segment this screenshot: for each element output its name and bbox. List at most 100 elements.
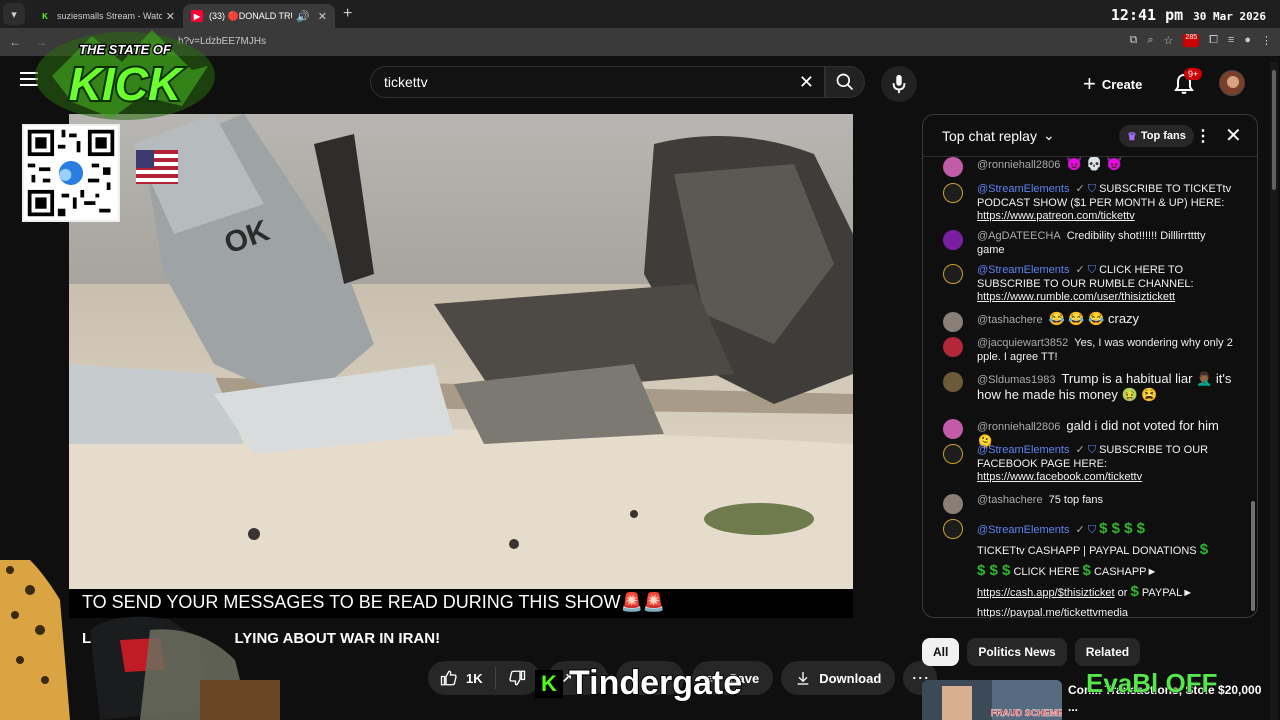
like-button[interactable]: 1K <box>428 667 496 689</box>
avatar <box>943 494 963 514</box>
notification-count-badge: 9+ <box>1184 68 1203 80</box>
chat-mode-dropdown[interactable]: Top chat replay ⌄ <box>942 127 1055 144</box>
avatar <box>943 183 963 203</box>
voice-search-button[interactable] <box>881 66 917 102</box>
qr-code-graphic <box>24 126 118 220</box>
verified-icon: ✓ <box>1075 264 1088 276</box>
dollar-icon: $ $ $ <box>977 562 1011 579</box>
chat-message-list[interactable]: @ronniehall2806 😈 💀 😈 @StreamElements ✓ ⛉ … <box>923 157 1253 617</box>
page-scrollbar-thumb[interactable] <box>1272 70 1276 190</box>
chat-author[interactable]: @ronniehall2806 <box>977 159 1060 171</box>
logo-line2: KICK <box>69 58 184 110</box>
verified-icon: ✓ <box>1075 183 1088 195</box>
address-bar-icons: ⧉ ⌕ ☆ 285 ⧠ ≡ ● ⋮ <box>1130 34 1272 47</box>
chat-message: @ronniehall2806 😈 💀 😈 <box>943 157 1233 177</box>
chat-author[interactable]: @StreamElements <box>977 444 1069 456</box>
chat-scrollbar[interactable] <box>1251 157 1255 617</box>
chat-author[interactable]: @tashachere <box>977 314 1043 326</box>
close-tab-icon[interactable]: ✕ <box>166 10 175 23</box>
search-box[interactable]: ✕ <box>370 66 825 98</box>
chat-author[interactable]: @AgDATEECHA <box>977 230 1061 242</box>
live-chat-replay: Top chat replay ⌄ ♛ Top fans ⋮ ✕ @ronnie… <box>922 114 1258 618</box>
chat-link[interactable]: https://cash.app/$thisizticket <box>977 587 1115 599</box>
chat-author[interactable]: @StreamElements <box>977 524 1069 536</box>
close-chat-icon[interactable]: ✕ <box>1225 123 1242 148</box>
browser-tab-strip: ▾ K suziesmalls Stream - Watch Liv ✕ ▶ (… <box>0 0 1280 28</box>
chat-author[interactable]: @tashachere <box>977 494 1043 506</box>
chat-message: @StreamElements ✓ ⛉ $ $ $ $ TICKETtv CASHA… <box>943 519 1233 617</box>
avatar <box>943 312 963 332</box>
chat-author[interactable]: @StreamElements <box>977 264 1069 276</box>
profile-icon[interactable]: ● <box>1244 34 1251 47</box>
back-icon[interactable]: ← <box>4 35 26 49</box>
chip-related[interactable]: Related <box>1074 638 1141 666</box>
avatar <box>943 519 963 539</box>
chat-text: or <box>1117 587 1128 599</box>
extension-badge[interactable]: 285 <box>1183 34 1200 47</box>
chat-text: 😈 💀 😈 <box>1066 157 1123 171</box>
avatar <box>943 419 963 439</box>
clear-search-icon[interactable]: ✕ <box>799 72 814 93</box>
page-scrollbar[interactable] <box>1270 62 1278 720</box>
media-control-icon[interactable]: ≡ <box>1228 34 1234 47</box>
search-input[interactable] <box>371 74 771 90</box>
chat-link[interactable]: https://www.facebook.com/tickettv <box>977 471 1142 483</box>
chat-message: @tashachere 😂 😂 😂 crazy <box>943 311 1233 332</box>
chat-text: 75 top fans <box>1048 494 1104 506</box>
audio-icon[interactable]: 🔊 <box>296 10 310 23</box>
avatar <box>943 372 963 392</box>
download-button[interactable]: Download <box>781 661 896 695</box>
chat-more-icon[interactable]: ⋮ <box>1195 126 1211 146</box>
browser-tab-kick[interactable]: K suziesmalls Stream - Watch Liv ✕ <box>31 4 183 28</box>
top-fans-button[interactable]: ♛ Top fans <box>1119 125 1194 147</box>
download-icon <box>797 672 809 685</box>
state-of-kick-logo: THE STATE OF KICK <box>35 30 215 120</box>
like-count: 1K <box>466 670 483 686</box>
close-tab-icon[interactable]: ✕ <box>318 10 327 23</box>
account-avatar[interactable] <box>1219 70 1245 96</box>
search-icon <box>836 73 854 91</box>
install-icon[interactable]: ⧉ <box>1130 34 1138 47</box>
zoom-icon[interactable]: ⌕ <box>1147 34 1153 47</box>
like-dislike-group: 1K <box>428 661 540 695</box>
create-button[interactable]: + Create <box>1083 70 1142 98</box>
tab-search-button[interactable]: ▾ <box>3 3 25 25</box>
qr-code <box>22 124 120 222</box>
kick-logo-icon: K <box>535 669 563 698</box>
moderator-shield-icon: ⛉ <box>1087 524 1100 536</box>
chat-text: PAYPAL► <box>1141 587 1194 599</box>
download-label: Download <box>819 670 882 686</box>
moderator-shield-icon: ⛉ <box>1087 444 1100 456</box>
chip-all[interactable]: All <box>922 638 960 666</box>
browser-tab-youtube[interactable]: ▶ (33) 🔴DONALD TRUMP C 🔊 ✕ <box>183 4 335 28</box>
dollar-icon: $ <box>1199 541 1209 558</box>
chat-link[interactable]: https://www.patreon.com/tickettv <box>977 210 1135 222</box>
chat-scrollbar-thumb[interactable] <box>1251 501 1255 611</box>
chat-author[interactable]: @StreamElements <box>977 183 1069 195</box>
recommended-thumbnail[interactable]: FRAUD SCHEME <box>922 680 1062 720</box>
dollar-icon: $ <box>1130 583 1139 600</box>
chip-politics-news[interactable]: Politics News <box>967 638 1067 666</box>
moderator-shield-icon: ⛉ <box>1087 183 1100 195</box>
bookmark-star-icon[interactable]: ☆ <box>1164 34 1174 47</box>
chat-author[interactable]: @Sldumas1983 <box>977 374 1055 386</box>
chat-text: 😂 😂 😂 crazy <box>1048 311 1140 326</box>
dislike-button[interactable] <box>496 669 540 687</box>
extensions-icon[interactable]: ⧠ <box>1209 34 1218 47</box>
evabl-overlay: EvaBl OFF <box>1085 668 1218 699</box>
browser-menu-icon[interactable]: ⋮ <box>1261 34 1272 47</box>
search-button[interactable] <box>825 66 865 98</box>
video-player[interactable]: OK <box>14 114 910 618</box>
microphone-icon <box>892 74 906 94</box>
chat-link[interactable]: https://paypal.me/tickettvmedia <box>977 607 1128 617</box>
youtube-icon: ▶ <box>191 10 203 22</box>
chat-message: @StreamElements ✓ ⛉ SUBSCRIBE TO OUR FACE… <box>943 444 1233 485</box>
tab-label: (33) 🔴DONALD TRUMP C <box>209 10 292 21</box>
chat-author[interactable]: @jacquiewart3852 <box>977 337 1068 349</box>
tindergate-text: Tindergate <box>568 663 743 703</box>
new-tab-button[interactable]: + <box>343 5 352 23</box>
clock-date: 30 Mar 2026 <box>1193 10 1266 23</box>
chat-link[interactable]: https://www.rumble.com/user/thisizticket… <box>977 291 1175 303</box>
thumbs-up-icon <box>440 670 457 686</box>
chat-author[interactable]: @ronniehall2806 <box>977 421 1060 433</box>
